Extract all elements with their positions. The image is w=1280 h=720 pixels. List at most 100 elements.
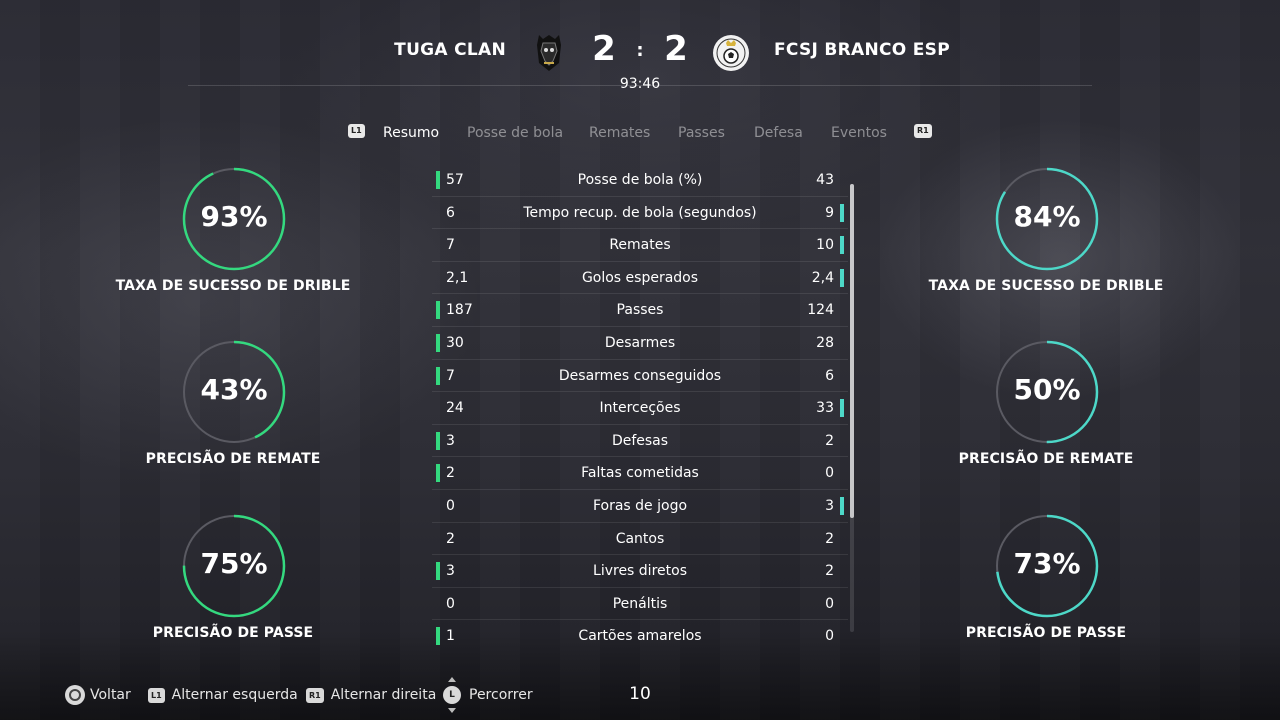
home-leader-bar <box>436 431 440 450</box>
stat-row: 7 Desarmes conseguidos 6 <box>432 360 848 393</box>
home-stat-value: 7 <box>446 367 455 384</box>
away-stat-value: 2,4 <box>811 269 834 286</box>
home-leader-bar <box>436 366 440 385</box>
tab-posse-de-bola[interactable]: Posse de bola <box>467 125 563 141</box>
stat-row: 2,1 Golos esperados 2,4 <box>432 262 848 295</box>
away-leader-bar <box>840 399 844 418</box>
stats-scrollbar[interactable] <box>850 184 854 632</box>
home-stat-value: 24 <box>446 400 464 417</box>
stat-row: 3 Livres diretos 2 <box>432 555 848 588</box>
ring-value: 75% <box>200 547 268 580</box>
ring-label: PRECISÃO DE REMATE <box>958 451 1134 467</box>
away-stat-value: 2 <box>825 432 834 449</box>
stat-name: Defesas <box>611 432 669 449</box>
away-stat-value: 124 <box>807 302 834 319</box>
tab-remates[interactable]: Remates <box>589 125 650 141</box>
home-stat-value: 1 <box>446 628 455 645</box>
home-stat-value: 0 <box>446 595 455 612</box>
home-pass-accuracy-ring: 75% PRECISÃO DE PASSE <box>103 514 363 654</box>
home-stat-value: 30 <box>446 334 464 351</box>
home-shot-accuracy-ring: 43% PRECISÃO DE REMATE <box>103 340 363 480</box>
home-stat-value: 187 <box>446 302 473 319</box>
away-stat-value: 28 <box>816 334 834 351</box>
toggle-left-label: Alternar esquerda <box>171 687 298 703</box>
toggle-right-button[interactable]: R1 Alternar direita <box>306 684 436 706</box>
ring-label: PRECISÃO DE REMATE <box>145 451 321 467</box>
ring-label: TAXA DE SUCESSO DE DRIBLE <box>115 278 351 294</box>
stat-name: Posse de bola (%) <box>577 172 703 188</box>
away-stat-value: 0 <box>825 595 834 612</box>
stat-row: 7 Remates 10 <box>432 229 848 262</box>
home-stat-value: 57 <box>446 172 464 188</box>
away-stat-value: 6 <box>825 367 834 384</box>
away-stat-value: 43 <box>816 172 834 188</box>
away-pass-accuracy-ring: 73% PRECISÃO DE PASSE <box>916 514 1176 654</box>
circle-button-icon <box>65 685 85 705</box>
page-number: 10 <box>629 684 651 704</box>
home-leader-bar <box>436 627 440 646</box>
away-stat-value: 3 <box>825 497 834 514</box>
toggle-right-label: Alternar direita <box>330 687 437 703</box>
stats-tabs: L1 Resumo Posse de bola Remates Passes D… <box>0 120 1280 146</box>
match-clock: 93:46 <box>619 76 661 92</box>
stat-name: Desarmes conseguidos <box>558 367 722 384</box>
stat-row: 30 Desarmes 28 <box>432 327 848 360</box>
stat-row: 187 Passes 124 <box>432 294 848 327</box>
away-team-name: FCSJ BRANCO ESP <box>774 40 950 60</box>
away-leader-bar <box>840 496 844 515</box>
tab-resumo[interactable]: Resumo <box>383 125 439 141</box>
stat-name: Penáltis <box>612 595 668 612</box>
ring-value: 93% <box>200 200 268 233</box>
stat-row: 24 Interceções 33 <box>432 392 848 425</box>
stats-table[interactable]: 57 Posse de bola (%) 43 6 Tempo recup. de b… <box>432 164 848 653</box>
back-label: Voltar <box>90 687 131 703</box>
tab-passes[interactable]: Passes <box>678 125 725 141</box>
stat-name: Golos esperados <box>581 269 699 286</box>
r1-button-icon[interactable]: R1 <box>914 124 932 138</box>
home-stat-value: 3 <box>446 432 455 449</box>
away-leader-bar <box>840 236 844 255</box>
away-score: 2 <box>664 29 688 69</box>
stat-row: 57 Posse de bola (%) 43 <box>432 164 848 197</box>
ring-label: TAXA DE SUCESSO DE DRIBLE <box>928 278 1164 294</box>
away-stat-value: 2 <box>825 530 834 547</box>
stat-name: Interceções <box>599 400 681 417</box>
r1-button-icon: R1 <box>306 687 324 703</box>
away-dribble-success-ring: 84% TAXA DE SUCESSO DE DRIBLE <box>916 167 1176 307</box>
left-stick-icon: L <box>443 677 461 713</box>
away-stat-value: 2 <box>825 563 834 580</box>
stat-name: Foras de jogo <box>592 497 688 514</box>
home-dribble-success-ring: 93% TAXA DE SUCESSO DE DRIBLE <box>103 167 363 307</box>
away-team-crest-icon <box>713 35 749 71</box>
scrollbar-thumb[interactable] <box>850 184 854 518</box>
home-stat-value: 2 <box>446 465 455 482</box>
stat-row: 3 Defesas 2 <box>432 425 848 458</box>
ring-value: 73% <box>1013 547 1081 580</box>
stat-name: Cartões amarelos <box>578 628 702 645</box>
stat-row: 6 Tempo recup. de bola (segundos) 9 <box>432 197 848 230</box>
l1-button-icon[interactable]: L1 <box>348 124 365 138</box>
tab-defesa[interactable]: Defesa <box>754 125 803 141</box>
away-stat-value: 0 <box>825 465 834 482</box>
ring-label: PRECISÃO DE PASSE <box>965 625 1127 641</box>
back-button[interactable]: Voltar <box>65 684 131 706</box>
home-leader-bar <box>436 171 440 189</box>
stat-name: Faltas cometidas <box>581 465 699 482</box>
home-stat-value: 6 <box>446 204 455 221</box>
toggle-left-button[interactable]: L1 Alternar esquerda <box>148 684 298 706</box>
away-stat-value: 10 <box>816 237 834 254</box>
ring-value: 43% <box>200 373 268 406</box>
stat-name: Livres diretos <box>593 563 687 580</box>
header-divider <box>188 85 1092 86</box>
stat-row: 2 Cantos 2 <box>432 523 848 556</box>
stat-name: Cantos <box>615 530 665 547</box>
scroll-button[interactable]: L Percorrer <box>443 677 533 713</box>
home-leader-bar <box>436 562 440 581</box>
home-leader-bar <box>436 333 440 352</box>
scroll-label: Percorrer <box>469 687 533 703</box>
controls-footer: Voltar L1 Alternar esquerda R1 Alternar … <box>0 677 1280 713</box>
stat-row: 1 Cartões amarelos 0 <box>432 620 848 653</box>
away-leader-bar <box>840 268 844 287</box>
ring-value: 50% <box>1013 373 1081 406</box>
tab-eventos[interactable]: Eventos <box>831 125 887 141</box>
